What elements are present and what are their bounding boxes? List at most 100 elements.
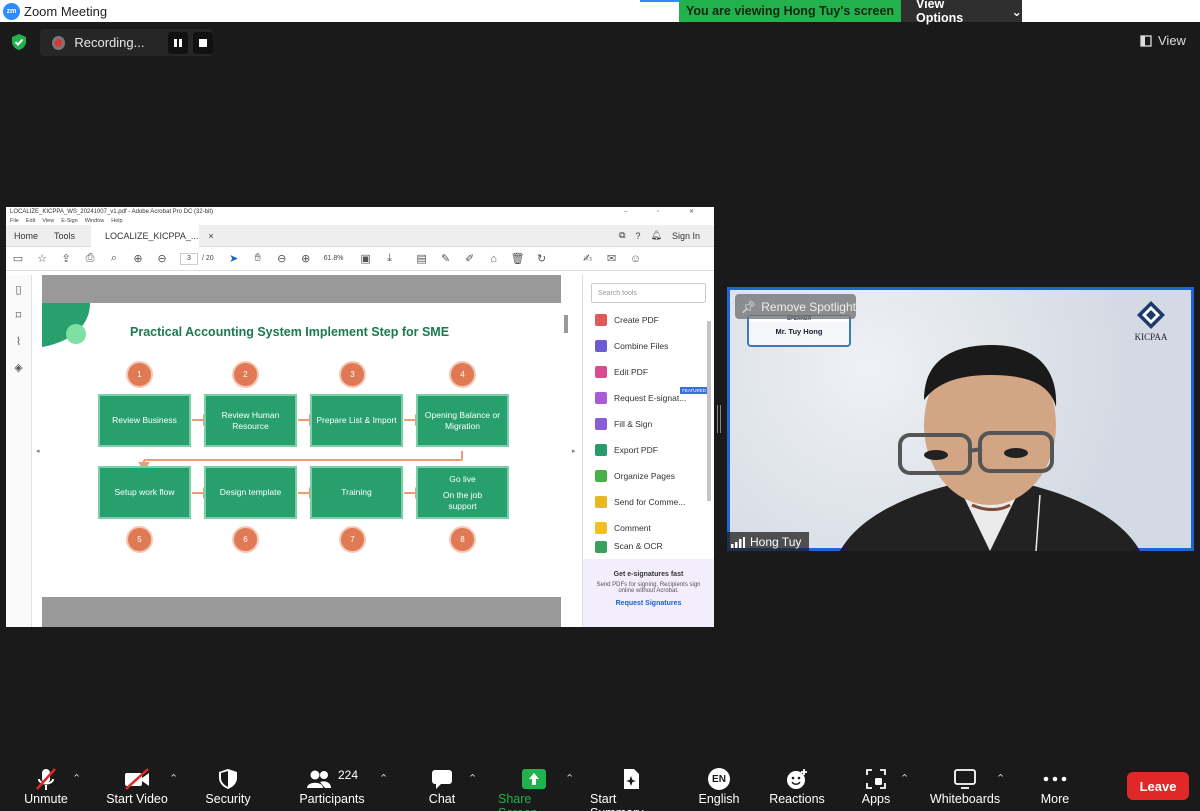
encryption-shield-icon[interactable] [10, 33, 28, 56]
step-number: 7 [339, 526, 366, 553]
scroll-mode-icon[interactable]: ⤓ [382, 251, 398, 267]
close-tab-icon[interactable]: × [208, 231, 213, 241]
tab-tools[interactable]: Tools [46, 231, 83, 241]
language-button[interactable]: EN English [697, 766, 741, 806]
window-controls-icon[interactable]: – ▫ ✕ [624, 208, 714, 215]
tool-edit-pdf[interactable]: Edit PDF [583, 359, 714, 385]
language-code-icon: EN [708, 768, 730, 790]
step-box: Design template [204, 466, 297, 519]
pages-icon[interactable]: ▯ [12, 283, 26, 297]
view-button[interactable]: View [1140, 33, 1186, 48]
unmute-button[interactable]: Unmute [20, 766, 72, 806]
step-label-secondary: On the job support [442, 489, 483, 511]
participant-name: Hong Tuy [750, 535, 802, 549]
share-icon[interactable]: ⧉ [619, 230, 625, 241]
menu-esign[interactable]: E-Sign [61, 218, 78, 224]
highlight-icon[interactable]: ✐ [462, 251, 478, 267]
comment-icon[interactable]: ▤ [414, 251, 430, 267]
select-cursor-icon[interactable]: ➤ [226, 251, 242, 267]
tool-label: Comment [614, 523, 651, 533]
split-drag-handle[interactable] [717, 405, 721, 433]
search-tools-input[interactable]: Search tools [591, 283, 706, 303]
layers-icon[interactable]: ◈ [12, 361, 26, 375]
tool-fill-sign[interactable]: Fill & Sign [583, 411, 714, 437]
tool-organize-pages[interactable]: Organize Pages [583, 463, 714, 489]
pause-recording-button[interactable] [167, 31, 188, 54]
zoom-search-icon[interactable]: ⌕ [106, 251, 122, 267]
zoom-out-icon[interactable]: ⊖ [274, 251, 290, 267]
share-options-caret[interactable]: ⌃ [565, 772, 574, 785]
menu-window[interactable]: Window [85, 218, 105, 224]
tool-create-pdf[interactable]: Create PDF [583, 307, 714, 333]
upload-icon[interactable]: ⇪ [58, 251, 74, 267]
page-number-input[interactable]: 3 [180, 252, 198, 265]
step-box: Prepare List & Import [310, 394, 403, 447]
zoom-level-dropdown[interactable]: 61.8% [324, 255, 344, 262]
sign-in-button[interactable]: Sign In [672, 231, 700, 241]
page-up-icon[interactable]: ⊕ [130, 251, 146, 267]
view-options-button[interactable]: View Options ⌄ [901, 0, 1022, 25]
bell-icon[interactable]: 🔔︎ [651, 230, 662, 241]
menu-edit[interactable]: Edit [26, 218, 35, 224]
attachment-icon[interactable]: ⌇ [12, 335, 26, 349]
sign-icon[interactable]: ✍︎ [580, 251, 596, 267]
step-label: Setup work flow [114, 487, 175, 497]
participants-options-caret[interactable]: ⌃ [379, 772, 388, 785]
whiteboards-options-caret[interactable]: ⌃ [996, 772, 1005, 785]
account-icon[interactable]: ☺ [628, 251, 644, 267]
tab-document[interactable]: LOCALIZE_KICPPA_... × [91, 224, 214, 247]
tool-comment[interactable]: Comment [583, 515, 714, 541]
create-pdf-icon [595, 314, 607, 326]
menu-file[interactable]: File [10, 218, 19, 224]
remove-spotlight-button[interactable]: 📌︎ Remove Spotlight [735, 294, 856, 319]
zoom-in-icon[interactable]: ⊕ [298, 251, 314, 267]
menu-help[interactable]: Help [111, 218, 122, 224]
print-icon[interactable]: ⎙ [82, 251, 98, 267]
featured-badge: FEATURED [680, 387, 708, 394]
collapse-left-icon[interactable]: ◂ [36, 447, 40, 455]
chat-button[interactable]: Chat [426, 766, 458, 806]
menu-view[interactable]: View [42, 218, 54, 224]
stamp-icon[interactable]: ⌂ [486, 251, 502, 267]
apps-options-caret[interactable]: ⌃ [900, 772, 909, 785]
start-summary-button[interactable]: Start Summary [590, 766, 672, 811]
pen-icon[interactable]: ✎ [438, 251, 454, 267]
collapse-right-icon[interactable]: ▸ [572, 447, 576, 455]
chat-options-caret[interactable]: ⌃ [468, 772, 477, 785]
reactions-button[interactable]: Reactions [769, 766, 825, 806]
save-icon[interactable]: ▭ [10, 251, 26, 267]
security-button[interactable]: Security [204, 766, 252, 806]
hand-icon[interactable]: ✋︎ [250, 251, 266, 267]
share-screen-button[interactable]: Share Screen [498, 766, 570, 811]
trash-icon[interactable]: 🗑︎ [510, 251, 526, 267]
more-button[interactable]: More [1038, 766, 1072, 806]
reaction-smiley-icon [787, 769, 807, 789]
start-video-button[interactable]: Start Video [104, 766, 170, 806]
tool-send-comment[interactable]: Send for Comme... [583, 489, 714, 515]
rotate-icon[interactable]: ↻ [534, 251, 550, 267]
step-number: 1 [126, 361, 153, 388]
fit-page-icon[interactable]: ▣ [358, 251, 374, 267]
request-signatures-link[interactable]: Request Signatures [583, 600, 714, 607]
whiteboards-label: Whiteboards [929, 792, 1001, 806]
video-options-caret[interactable]: ⌃ [169, 772, 178, 785]
tab-home[interactable]: Home [6, 231, 46, 241]
leave-button[interactable]: Leave [1127, 772, 1189, 800]
shared-screen: LOCALIZE_KICPPA_WS_20241007_v1.pdf - Ado… [6, 207, 714, 627]
apps-button[interactable]: Apps [860, 766, 892, 806]
star-icon[interactable]: ☆ [34, 251, 50, 267]
tool-request-esign[interactable]: Request E-signat... FEATURED [583, 385, 714, 411]
tool-combine-files[interactable]: Combine Files [583, 333, 714, 359]
bookmark-icon[interactable]: ⌑ [12, 309, 26, 323]
whiteboards-button[interactable]: Whiteboards [929, 766, 1001, 806]
doc-scrollbar[interactable] [564, 315, 568, 333]
tool-export-pdf[interactable]: Export PDF [583, 437, 714, 463]
stop-recording-button[interactable] [192, 31, 213, 54]
audio-options-caret[interactable]: ⌃ [72, 772, 81, 785]
mail-icon[interactable]: ✉ [604, 251, 620, 267]
tools-scrollbar[interactable] [707, 321, 711, 501]
help-icon[interactable]: ? [636, 231, 641, 241]
tool-scan-ocr[interactable]: Scan & OCR [583, 541, 714, 555]
page-down-icon[interactable]: ⊖ [154, 251, 170, 267]
participants-button[interactable]: 224 Participants [299, 766, 365, 806]
